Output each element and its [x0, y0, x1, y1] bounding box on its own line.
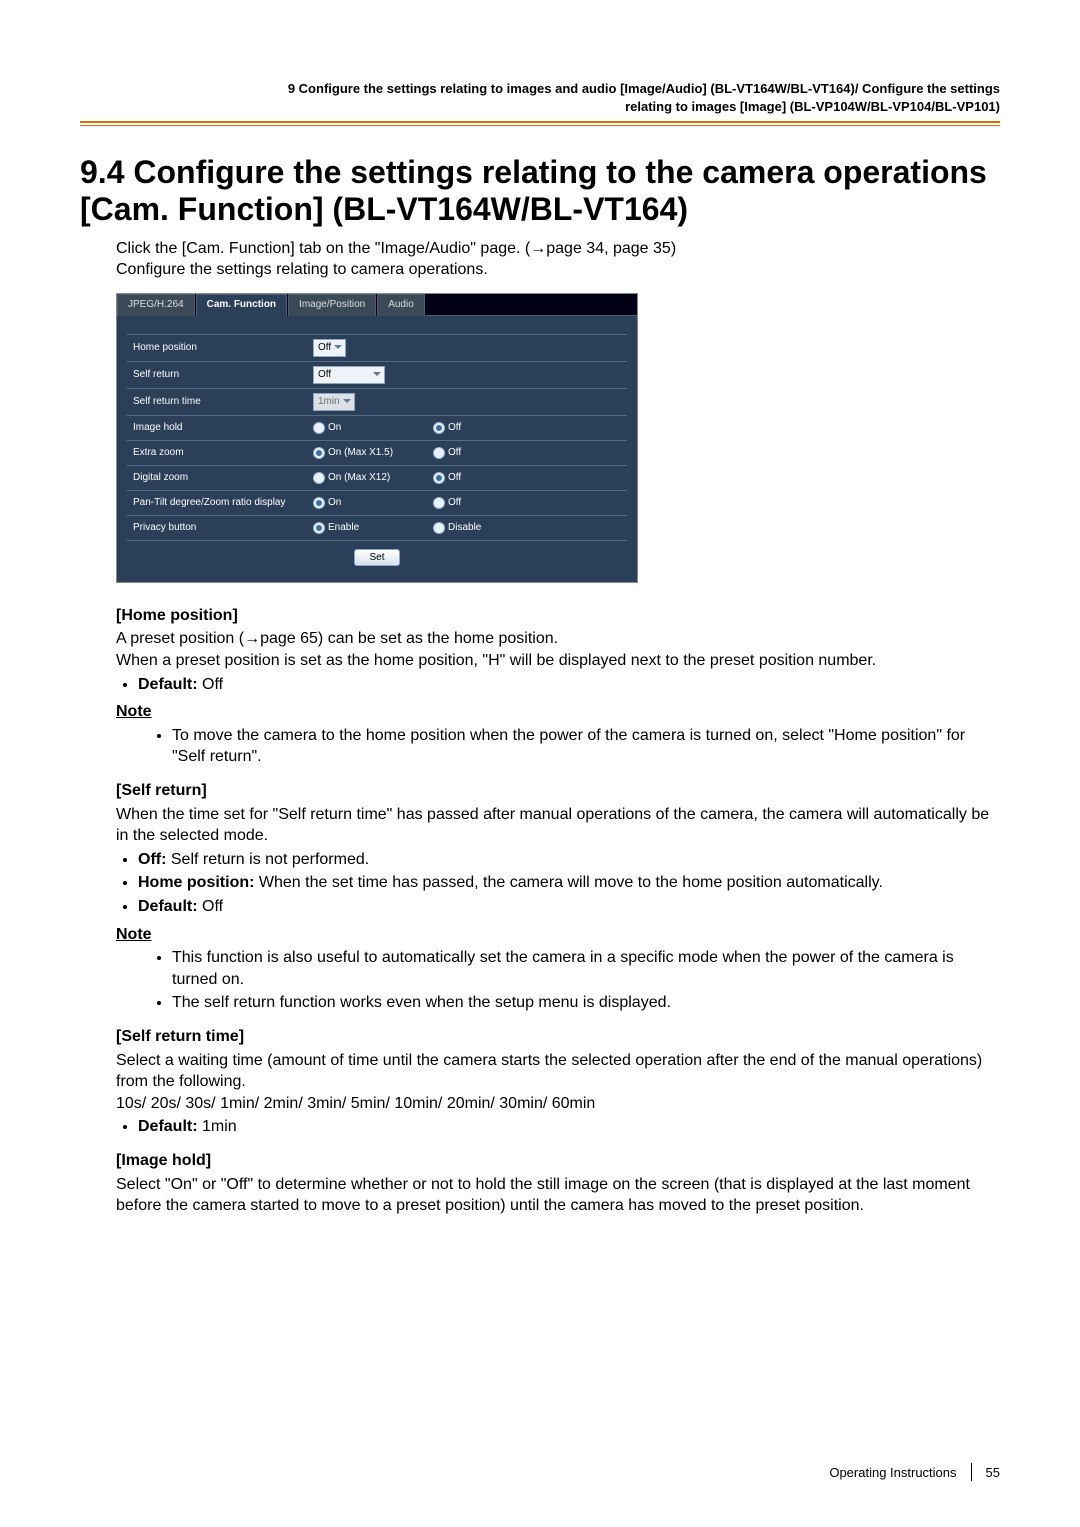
home-position-heading: [Home position] — [116, 605, 1000, 627]
intro-line1a: Click the [Cam. Function] tab on the "Im… — [116, 240, 530, 257]
home-position-p2: When a preset position is set as the hom… — [116, 650, 1000, 672]
extra-zoom-on-radio[interactable] — [313, 447, 325, 459]
pantilt-on-radio[interactable] — [313, 497, 325, 509]
extra-zoom-off-radio[interactable] — [433, 447, 445, 459]
self-return-time-heading: [Self return time] — [116, 1026, 1000, 1048]
privacy-enable-radio[interactable] — [313, 522, 325, 534]
self-return-note-heading: Note — [116, 924, 1000, 946]
self-return-off: Off: Self return is not performed. — [138, 849, 1000, 871]
self-return-time-p2: 10s/ 20s/ 30s/ 1min/ 2min/ 3min/ 5min/ 1… — [116, 1093, 1000, 1115]
row-pantilt-label: Pan-Tilt degree/Zoom ratio display — [133, 497, 313, 508]
tab-filler — [426, 294, 637, 316]
self-return-home-position: Home position: When the set time has pas… — [138, 872, 1000, 894]
self-return-note-2: The self return function works even when… — [172, 992, 1000, 1014]
digital-zoom-on-radio[interactable] — [313, 472, 325, 484]
image-hold-heading: [Image hold] — [116, 1150, 1000, 1172]
self-return-time-default: Default: 1min — [138, 1116, 1000, 1138]
image-hold-on-text: On — [328, 422, 341, 433]
row-privacy-label: Privacy button — [133, 522, 313, 533]
privacy-disable-radio[interactable] — [433, 522, 445, 534]
settings-panel: JPEG/H.264 Cam. Function Image/Position … — [116, 293, 638, 583]
self-return-note-1: This function is also useful to automati… — [172, 947, 1000, 990]
row-digital-zoom-label: Digital zoom — [133, 472, 313, 483]
tab-cam-function[interactable]: Cam. Function — [196, 294, 287, 316]
row-self-return-time-label: Self return time — [133, 396, 313, 407]
page-title: 9.4 Configure the settings relating to t… — [80, 154, 1000, 228]
extra-zoom-off-text: Off — [448, 447, 461, 458]
self-return-time-p1: Select a waiting time (amount of time un… — [116, 1050, 1000, 1093]
tab-jpeg[interactable]: JPEG/H.264 — [117, 294, 195, 316]
home-position-default: Default: Off — [138, 674, 1000, 696]
home-position-note-1: To move the camera to the home position … — [172, 725, 1000, 768]
intro-line2: Configure the settings relating to camer… — [116, 259, 1000, 281]
tab-audio[interactable]: Audio — [377, 294, 425, 316]
self-return-p1: When the time set for "Self return time"… — [116, 804, 1000, 847]
self-return-default: Default: Off — [138, 896, 1000, 918]
pantilt-off-text: Off — [448, 497, 461, 508]
row-self-return-label: Self return — [133, 369, 313, 380]
footer-page: 55 — [986, 1465, 1000, 1480]
footer-label: Operating Instructions — [829, 1465, 956, 1480]
digital-zoom-off-text: Off — [448, 472, 461, 483]
self-return-time-select[interactable]: 1min — [313, 393, 355, 411]
self-return-select[interactable]: Off — [313, 366, 385, 384]
row-extra-zoom-label: Extra zoom — [133, 447, 313, 458]
image-hold-off-radio[interactable] — [433, 422, 445, 434]
page-footer: Operating Instructions 55 — [829, 1463, 1000, 1481]
running-header-line2: relating to images [Image] (BL-VP104W/BL… — [110, 98, 1000, 116]
row-image-hold-label: Image hold — [133, 422, 313, 433]
tab-image-position[interactable]: Image/Position — [288, 294, 376, 316]
home-position-select[interactable]: Off — [313, 339, 346, 357]
pantilt-on-text: On — [328, 497, 341, 508]
set-button[interactable]: Set — [354, 549, 399, 566]
image-hold-p1: Select "On" or "Off" to determine whethe… — [116, 1174, 1000, 1217]
digital-zoom-on-text: On (Max X12) — [328, 472, 390, 483]
tab-bar: JPEG/H.264 Cam. Function Image/Position … — [117, 294, 637, 316]
row-home-position-label: Home position — [133, 342, 313, 353]
home-position-p1: A preset position (→page 65) can be set … — [116, 628, 1000, 650]
self-return-heading: [Self return] — [116, 780, 1000, 802]
privacy-enable-text: Enable — [328, 522, 359, 533]
image-hold-off-text: Off — [448, 422, 461, 433]
header-rule — [80, 121, 1000, 126]
privacy-disable-text: Disable — [448, 522, 481, 533]
intro-line1b: page 34, page 35) — [546, 240, 676, 257]
image-hold-on-radio[interactable] — [313, 422, 325, 434]
running-header-line1: 9 Configure the settings relating to ima… — [110, 80, 1000, 98]
footer-separator — [971, 1463, 972, 1481]
pantilt-off-radio[interactable] — [433, 497, 445, 509]
digital-zoom-off-radio[interactable] — [433, 472, 445, 484]
intro-line1: Click the [Cam. Function] tab on the "Im… — [116, 238, 1000, 260]
extra-zoom-on-text: On (Max X1.5) — [328, 447, 393, 458]
home-position-note-heading: Note — [116, 701, 1000, 723]
